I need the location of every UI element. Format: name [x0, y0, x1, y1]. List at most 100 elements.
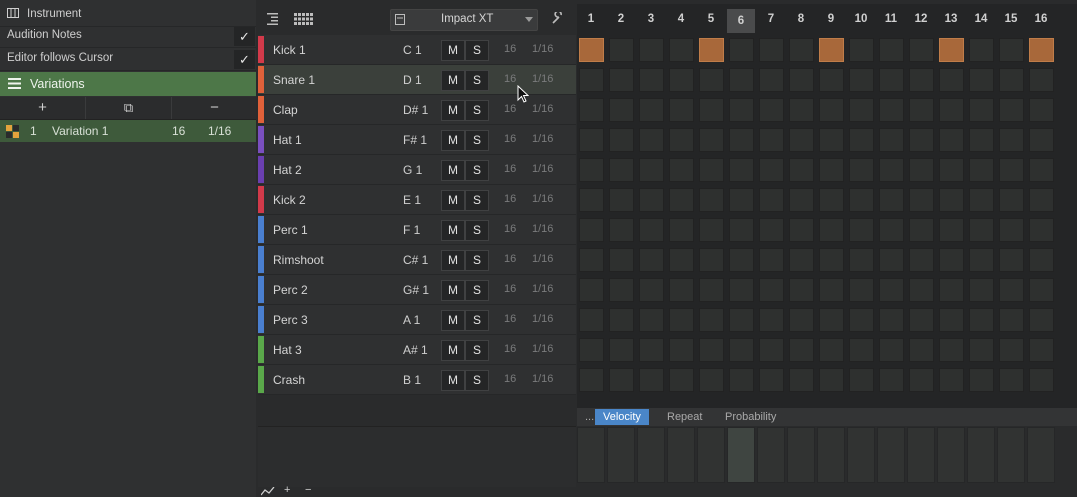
track-resolution[interactable]: 1/16	[532, 193, 553, 205]
step-cell[interactable]	[879, 158, 904, 182]
step-number[interactable]: 7	[757, 13, 785, 25]
track-resolution[interactable]: 1/16	[532, 43, 553, 55]
step-cell[interactable]	[969, 158, 994, 182]
step-cell[interactable]	[969, 338, 994, 362]
track-row[interactable]: Perc 3 A 1 M S 16 1/16	[258, 305, 576, 335]
step-cell[interactable]	[879, 188, 904, 212]
step-cell[interactable]	[699, 278, 724, 302]
step-cell[interactable]	[789, 278, 814, 302]
step-cell[interactable]	[819, 68, 844, 92]
step-cell[interactable]	[729, 248, 754, 272]
step-cell[interactable]	[1029, 128, 1054, 152]
mute-button[interactable]: M	[441, 340, 465, 361]
velocity-column[interactable]	[787, 427, 815, 483]
velocity-column[interactable]	[907, 427, 935, 483]
variation-row[interactable]: 1 Variation 1 16 1/16	[0, 120, 256, 142]
step-cell[interactable]	[579, 68, 604, 92]
step-number[interactable]: 2	[607, 13, 635, 25]
step-cell[interactable]	[609, 368, 634, 392]
step-cell[interactable]	[789, 308, 814, 332]
step-cell[interactable]	[609, 188, 634, 212]
step-cell[interactable]	[729, 188, 754, 212]
step-cell[interactable]	[789, 338, 814, 362]
step-cell[interactable]	[669, 278, 694, 302]
velocity-column[interactable]	[667, 427, 695, 483]
step-cell[interactable]	[579, 98, 604, 122]
step-cell[interactable]	[999, 128, 1024, 152]
step-cell[interactable]	[879, 128, 904, 152]
step-cell[interactable]	[849, 338, 874, 362]
step-cell[interactable]	[789, 38, 814, 62]
track-length[interactable]: 16	[504, 103, 516, 115]
step-cell[interactable]	[699, 248, 724, 272]
step-number[interactable]: 1	[577, 13, 605, 25]
track-row[interactable]: Crash B 1 M S 16 1/16	[258, 365, 576, 395]
curve-icon[interactable]	[261, 487, 275, 496]
step-cell[interactable]	[729, 38, 754, 62]
step-cell[interactable]	[639, 188, 664, 212]
solo-button[interactable]: S	[465, 340, 489, 361]
step-cell[interactable]	[669, 128, 694, 152]
step-number[interactable]: 5	[697, 13, 725, 25]
step-cell[interactable]	[669, 38, 694, 62]
step-cell[interactable]	[819, 218, 844, 242]
step-cell[interactable]	[849, 308, 874, 332]
step-number[interactable]: 4	[667, 13, 695, 25]
step-cell[interactable]	[879, 218, 904, 242]
remove-lane-button[interactable]: −	[305, 484, 311, 496]
step-cell[interactable]	[969, 188, 994, 212]
velocity-column[interactable]	[997, 427, 1025, 483]
mute-button[interactable]: M	[441, 40, 465, 61]
step-cell[interactable]	[999, 248, 1024, 272]
track-resolution[interactable]: 1/16	[532, 103, 553, 115]
step-cell[interactable]	[789, 368, 814, 392]
wrench-icon[interactable]	[552, 12, 564, 24]
step-number[interactable]: 11	[877, 13, 905, 25]
step-cell[interactable]	[939, 308, 964, 332]
track-length[interactable]: 16	[504, 373, 516, 385]
step-cell[interactable]	[789, 68, 814, 92]
step-cell[interactable]	[759, 248, 784, 272]
step-cell[interactable]	[759, 128, 784, 152]
step-cell[interactable]	[639, 38, 664, 62]
velocity-column[interactable]	[757, 427, 785, 483]
step-cell[interactable]	[609, 158, 634, 182]
step-cell[interactable]	[669, 188, 694, 212]
step-cell[interactable]	[759, 68, 784, 92]
step-cell[interactable]	[789, 98, 814, 122]
step-cell[interactable]	[999, 308, 1024, 332]
solo-button[interactable]: S	[465, 310, 489, 331]
duplicate-variation-button[interactable]: ⧉	[86, 97, 172, 119]
step-cell[interactable]	[1029, 308, 1054, 332]
step-cell[interactable]	[939, 248, 964, 272]
velocity-column[interactable]	[877, 427, 905, 483]
step-cell[interactable]	[999, 368, 1024, 392]
audition-notes-checkbox[interactable]: ✓	[234, 27, 255, 46]
step-cell[interactable]	[849, 98, 874, 122]
step-cell[interactable]	[759, 218, 784, 242]
tab-repeat[interactable]: Repeat	[659, 409, 710, 425]
step-cell[interactable]	[939, 68, 964, 92]
step-cell[interactable]	[699, 338, 724, 362]
step-cell[interactable]	[579, 158, 604, 182]
step-cell[interactable]	[639, 338, 664, 362]
step-cell[interactable]	[759, 338, 784, 362]
step-cell[interactable]	[579, 368, 604, 392]
step-cell[interactable]	[639, 68, 664, 92]
track-row[interactable]: Hat 1 F# 1 M S 16 1/16	[258, 125, 576, 155]
solo-button[interactable]: S	[465, 100, 489, 121]
step-cell[interactable]	[609, 308, 634, 332]
add-lane-button[interactable]: +	[284, 484, 290, 496]
step-cell[interactable]	[849, 278, 874, 302]
step-cell[interactable]	[729, 368, 754, 392]
step-cell[interactable]	[969, 128, 994, 152]
tab-velocity[interactable]: Velocity	[595, 409, 649, 425]
step-cell[interactable]	[999, 68, 1024, 92]
track-resolution[interactable]: 1/16	[532, 283, 553, 295]
step-cell[interactable]	[849, 128, 874, 152]
tab-probability[interactable]: Probability	[717, 409, 784, 425]
step-cell[interactable]	[669, 98, 694, 122]
solo-button[interactable]: S	[465, 370, 489, 391]
step-number[interactable]: 8	[787, 13, 815, 25]
step-number[interactable]: 13	[937, 13, 965, 25]
